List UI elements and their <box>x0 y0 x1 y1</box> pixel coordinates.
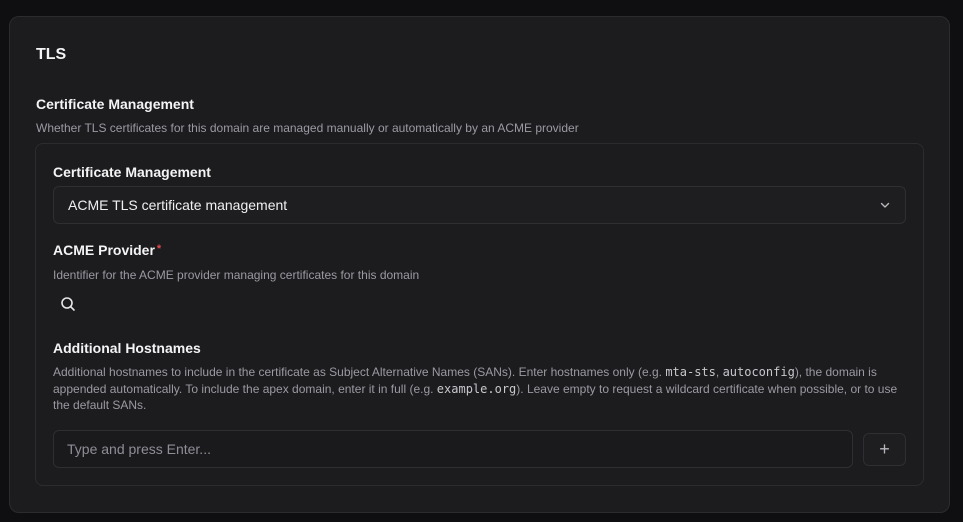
required-marker: * <box>156 243 162 255</box>
section-description: Whether TLS certificates for this domain… <box>36 121 579 135</box>
code-example: autoconfig <box>722 365 795 379</box>
card-title: TLS <box>36 46 67 63</box>
hostname-input[interactable] <box>53 430 853 468</box>
add-hostname-button[interactable]: + <box>863 433 906 466</box>
acme-provider-label: ACME Provider * <box>53 242 161 258</box>
section-title: Certificate Management <box>36 96 194 112</box>
search-icon <box>60 296 76 317</box>
certificate-management-selected-value: ACME TLS certificate management <box>68 197 288 213</box>
plus-icon: + <box>879 439 890 459</box>
code-example: example.org <box>436 381 517 396</box>
additional-hostnames-description: Additional hostnames to include in the c… <box>53 364 909 414</box>
acme-provider-label-text: ACME Provider <box>53 242 155 258</box>
code-example: mta-sts <box>665 365 716 379</box>
description-text: Additional hostnames to include in the c… <box>53 365 666 379</box>
acme-provider-description: Identifier for the ACME provider managin… <box>53 268 420 282</box>
certificate-settings-panel: Certificate Management ACME TLS certific… <box>35 143 924 486</box>
chevron-down-icon <box>879 199 891 211</box>
description-text: , <box>715 365 723 379</box>
acme-provider-search-button[interactable] <box>56 294 80 318</box>
additional-hostnames-label: Additional Hostnames <box>53 340 201 356</box>
tls-card: TLS Certificate Management Whether TLS c… <box>9 16 950 513</box>
certificate-management-select[interactable]: ACME TLS certificate management <box>53 186 906 224</box>
certificate-management-label: Certificate Management <box>53 164 211 180</box>
